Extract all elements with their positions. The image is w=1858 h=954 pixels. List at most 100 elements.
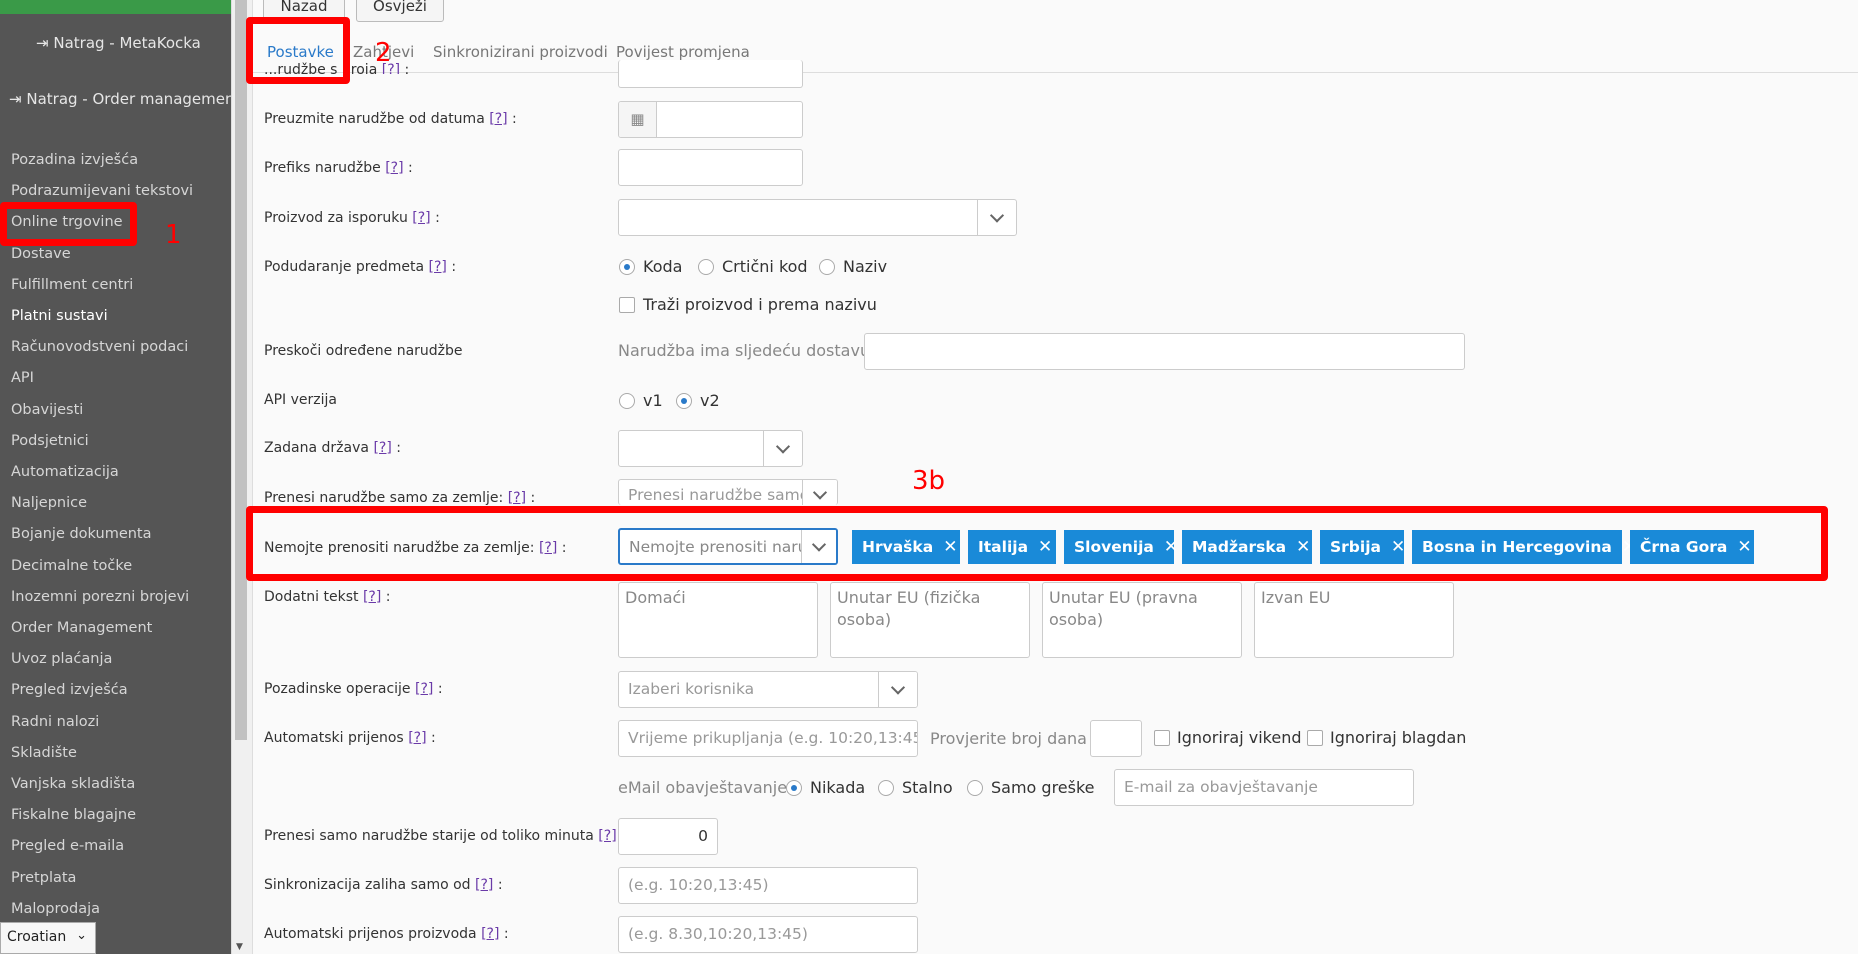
field-label-background-ops: Pozadinske operacije [?] :	[264, 681, 443, 697]
radio-label-nikada: Nikada	[810, 778, 866, 797]
chevron-down-icon: ⌄	[76, 928, 87, 943]
field-label-auto-product: Automatski prijenos proizvoda [?] :	[264, 926, 509, 942]
radio-label-stalno: Stalno	[902, 778, 953, 797]
chevron-down-icon	[802, 480, 837, 505]
sidebar-item[interactable]: Order Management	[11, 620, 152, 636]
radio-label-v1: v1	[643, 391, 663, 410]
ignore-holiday-checkbox[interactable]	[1307, 730, 1323, 746]
sidebar-item[interactable]: Pregled e-maila	[11, 838, 124, 854]
cutoff-input[interactable]	[618, 60, 803, 88]
sidebar-item[interactable]: Vanjska skladišta	[11, 776, 135, 792]
extra-text-domestic[interactable]: Domaći	[618, 582, 818, 658]
calendar-icon[interactable]: ▦	[619, 102, 657, 137]
check-days-label: Provjerite broj dana :	[930, 729, 1098, 748]
back-link-metakocka[interactable]: ⇥ Natrag - MetaKocka	[36, 34, 201, 52]
field-label-default-country: Zadana država [?] :	[264, 440, 401, 456]
email-notify-label: eMail obavještavanje :	[618, 778, 798, 797]
search-by-name-checkbox[interactable]	[619, 297, 635, 313]
delivery-product-select[interactable]	[618, 199, 1017, 236]
sidebar-item[interactable]: Podrazumijevani tekstovi	[11, 183, 193, 199]
refresh-button[interactable]: Osvježi	[356, 0, 444, 22]
sidebar-item[interactable]: Bojanje dokumenta	[11, 526, 152, 542]
radio-label-koda: Koda	[643, 257, 683, 276]
ignore-weekend-label: Ignoriraj vikend	[1177, 728, 1302, 747]
extra-text-non-eu[interactable]: Izvan EU	[1254, 582, 1454, 658]
prefix-input[interactable]	[618, 149, 803, 186]
sidebar-item[interactable]: Radni nalozi	[11, 714, 99, 730]
ignore-weekend-checkbox[interactable]	[1154, 730, 1170, 746]
sidebar-item[interactable]: Naljepnice	[11, 495, 87, 511]
highlight-box-online-trgovine	[0, 202, 137, 246]
radio-v2[interactable]	[676, 393, 692, 409]
auto-transfer-input[interactable]: Vrijeme prikupljanja (e.g. 10:20,13:45)	[618, 720, 918, 757]
sidebar-item[interactable]: Fulfillment centri	[11, 277, 133, 293]
from-date-input[interactable]: ▦	[618, 101, 803, 138]
sidebar-item[interactable]: Pretplata	[11, 870, 76, 886]
sidebar-item[interactable]: Računovodstveni podaci	[11, 339, 188, 355]
skip-orders-input[interactable]	[864, 333, 1465, 370]
sidebar-top-bar	[0, 0, 231, 14]
radio-stalno[interactable]	[878, 780, 894, 796]
field-label-transfer-only: Prenesi narudžbe samo za zemlje: [?] :	[264, 490, 536, 506]
ignore-holiday-label: Ignoriraj blagdan	[1330, 728, 1467, 747]
highlight-box-exclude-countries	[246, 506, 1828, 581]
sidebar-item[interactable]: Automatizacija	[11, 464, 119, 480]
check-days-input[interactable]	[1090, 720, 1142, 757]
sidebar-item[interactable]: Skladište	[11, 745, 77, 761]
sidebar-item[interactable]: Fiskalne blagajne	[11, 807, 136, 823]
extra-text-eu-company[interactable]: Unutar EU (pravna osoba)	[1042, 582, 1242, 658]
field-label-stock-sync: Sinkronizacija zaliha samo od [?] :	[264, 877, 503, 893]
tab-povijest-promjena[interactable]: Povijest promjena	[616, 43, 750, 61]
radio-crticni-kod[interactable]	[698, 259, 714, 275]
field-label-skip-orders: Preskoči određene narudžbe	[264, 343, 463, 359]
field-label-extra-text: Dodatni tekst [?] :	[264, 589, 391, 605]
sidebar-item[interactable]: Maloprodaja	[11, 901, 100, 917]
highlight-box-postavke	[246, 17, 350, 84]
chevron-down-icon	[977, 200, 1016, 235]
main-panel	[252, 0, 1858, 954]
sidebar-item[interactable]: Pozadina izvješća	[11, 152, 138, 168]
radio-koda[interactable]	[619, 259, 635, 275]
radio-label-samo-greske: Samo greške	[991, 778, 1095, 797]
sidebar-item[interactable]: Dostave	[11, 246, 71, 262]
radio-samo-greske[interactable]	[967, 780, 983, 796]
search-by-name-label: Traži proizvod i prema nazivu	[643, 295, 877, 314]
sidebar-item[interactable]: Uvoz plaćanja	[11, 651, 112, 667]
sidebar-item[interactable]: Inozemni porezni brojevi	[11, 589, 189, 605]
sidebar-item[interactable]: Platni sustavi	[11, 308, 108, 324]
annotation-1: 1	[165, 220, 182, 250]
radio-naziv[interactable]	[819, 259, 835, 275]
radio-label-v2: v2	[700, 391, 720, 410]
field-label-prefix: Prefiks narudžbe [?] :	[264, 160, 413, 176]
tab-sinkronizirani-proizvodi[interactable]: Sinkronizirani proizvodi	[433, 43, 608, 61]
extra-text-eu-person[interactable]: Unutar EU (fizička osoba)	[830, 582, 1030, 658]
scrollbar-thumb[interactable]	[235, 0, 247, 740]
auto-product-input[interactable]: (e.g. 8.30,10:20,13:45)	[618, 916, 918, 953]
field-label-from-date: Preuzmite narudžbe od datuma [?] :	[264, 111, 517, 127]
sidebar-item[interactable]: Podsjetnici	[11, 433, 89, 449]
field-label-delivery-product: Proizvod za isporuku [?] :	[264, 210, 440, 226]
transfer-only-select[interactable]: Prenesi narudžbe samo	[618, 479, 838, 505]
field-label-matching: Podudaranje predmeta [?] :	[264, 259, 457, 275]
language-select[interactable]: Croatian ⌄	[0, 922, 96, 954]
radio-label-crticni-kod: Crtični kod	[722, 257, 808, 276]
scroll-down-icon[interactable]: ▼	[236, 942, 243, 952]
default-country-select[interactable]	[618, 430, 803, 467]
field-label-older-than: Prenesi samo narudžbe starije od toliko …	[264, 828, 626, 844]
background-ops-select[interactable]: Izaberi korisnika	[618, 671, 918, 708]
sidebar-item[interactable]: Pregled izvješća	[11, 682, 128, 698]
radio-nikada[interactable]	[786, 780, 802, 796]
sidebar-item[interactable]: API	[11, 370, 34, 386]
radio-label-naziv: Naziv	[843, 257, 888, 276]
notification-email-input[interactable]: E-mail za obavještavanje	[1114, 769, 1414, 806]
sidebar-item[interactable]: Decimalne točke	[11, 558, 132, 574]
older-than-minutes-input[interactable]: 0	[618, 818, 718, 855]
sidebar-item[interactable]: Obavijesti	[11, 402, 83, 418]
sign-out-icon: ⇥	[36, 34, 49, 52]
skip-orders-inline-label: Narudžba ima sljedeću dostavu :	[618, 341, 881, 360]
stock-sync-input[interactable]: (e.g. 10:20,13:45)	[618, 867, 918, 904]
back-link-order-management[interactable]: ⇥ Natrag - Order management	[9, 90, 240, 108]
radio-v1[interactable]	[619, 393, 635, 409]
sign-out-icon: ⇥	[9, 90, 22, 108]
annotation-2: 2	[375, 38, 392, 68]
